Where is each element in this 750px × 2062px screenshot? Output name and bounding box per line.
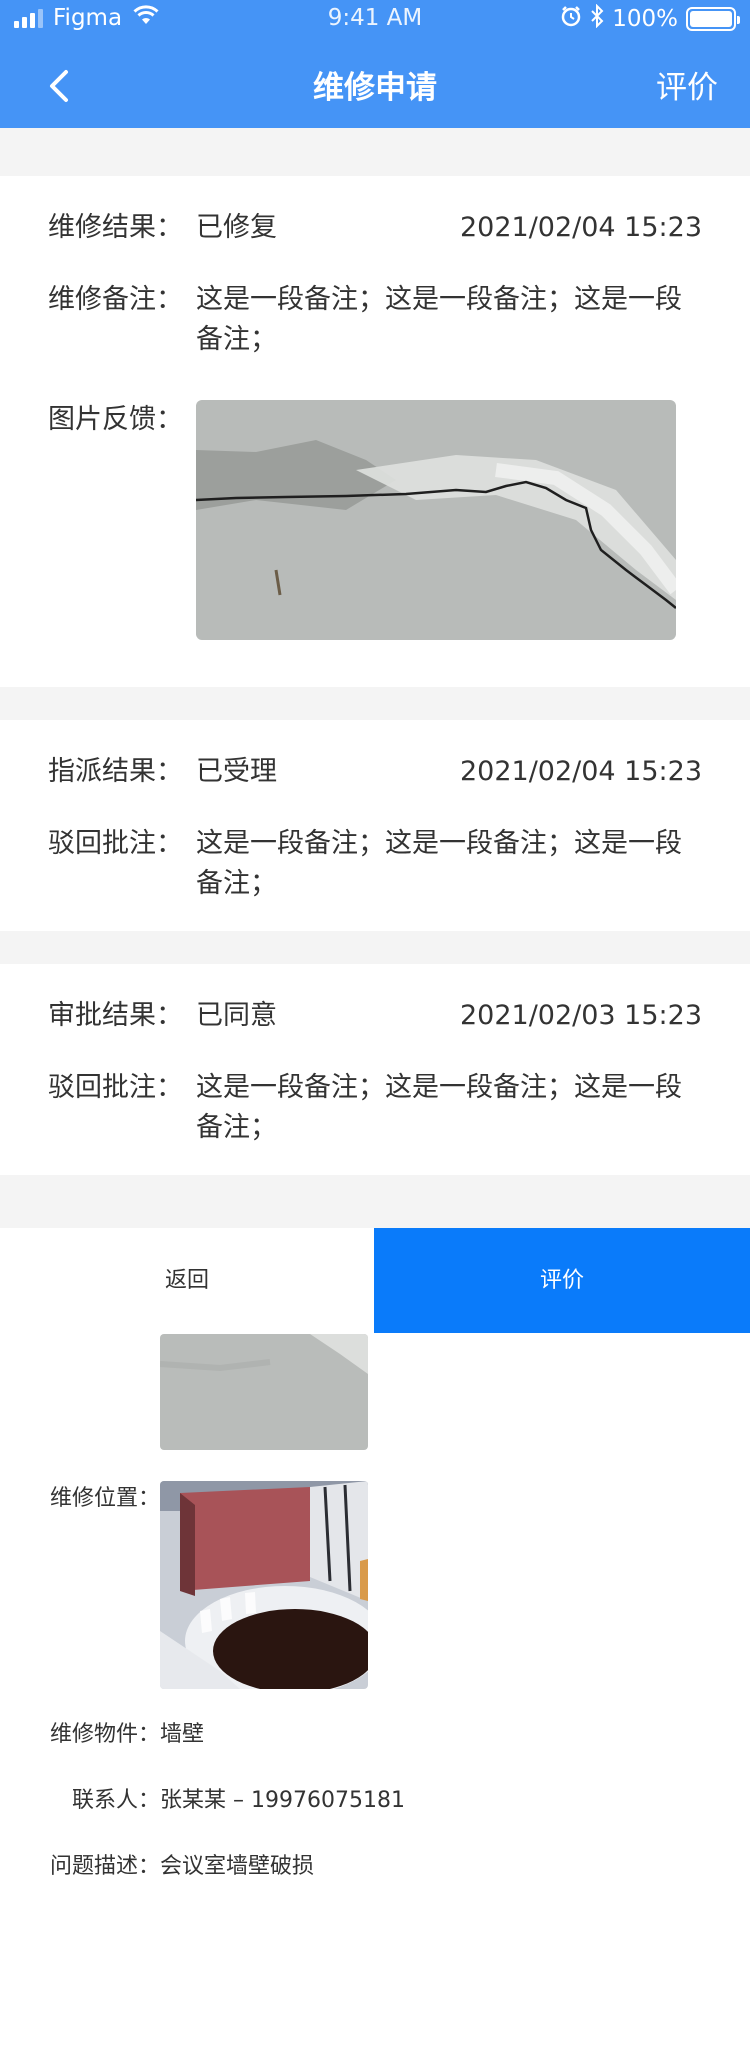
location-photo[interactable] bbox=[160, 1481, 368, 1689]
nav-bar: 维修申请 评价 bbox=[0, 44, 750, 128]
problem-label: 问题描述： bbox=[49, 1854, 160, 1879]
repair-note-row: 维修备注： 这是一段备注；这是一段备注；这是一段备注； bbox=[48, 280, 702, 360]
battery-icon bbox=[686, 7, 740, 31]
problem-photo-thumb[interactable] bbox=[160, 1334, 368, 1450]
feedback-photo[interactable] bbox=[196, 400, 676, 640]
assign-result-time: 2021/02/04 15:23 bbox=[459, 756, 702, 787]
repair-result-time: 2021/02/04 15:23 bbox=[459, 212, 702, 243]
assign-note-row: 驳回批注： 这是一段备注；这是一段备注；这是一段备注； bbox=[48, 824, 702, 904]
item-value: 墙壁 bbox=[160, 1722, 205, 1747]
contact-value: 张某某 – 19976075181 bbox=[160, 1788, 405, 1813]
location-row: 维修位置： bbox=[32, 1482, 160, 1516]
rate-button[interactable]: 评价 bbox=[374, 1228, 750, 1333]
assign-result-row: 指派结果： 已受理 2021/02/04 15:23 bbox=[48, 752, 702, 792]
assign-result-card: 指派结果： 已受理 2021/02/04 15:23 驳回批注： 这是一段备注；… bbox=[0, 720, 750, 931]
repair-note-label: 维修备注： bbox=[48, 284, 183, 315]
contact-row: 联系人： 张某某 – 19976075181 bbox=[32, 1784, 405, 1818]
contact-label: 联系人： bbox=[71, 1788, 160, 1813]
repair-note-value: 这是一段备注；这是一段备注；这是一段备注； bbox=[196, 284, 682, 355]
repair-result-label: 维修结果： bbox=[48, 212, 183, 243]
repair-result-row: 维修结果： 已修复 2021/02/04 15:23 bbox=[48, 208, 702, 248]
approve-result-row: 审批结果： 已同意 2021/02/03 15:23 bbox=[48, 996, 702, 1036]
approve-result-card: 审批结果： 已同意 2021/02/03 15:23 驳回批注： 这是一段备注；… bbox=[0, 964, 750, 1175]
photo-feedback-label: 图片反馈： bbox=[48, 404, 183, 435]
item-row: 维修物件： 墙壁 bbox=[32, 1718, 204, 1752]
assign-result-label: 指派结果： bbox=[48, 756, 183, 787]
page-title: 维修申请 bbox=[313, 70, 437, 106]
approve-result-time: 2021/02/03 15:23 bbox=[459, 1000, 702, 1031]
assign-note-label: 驳回批注： bbox=[48, 828, 183, 859]
approve-note-row: 驳回批注： 这是一段备注；这是一段备注；这是一段备注； bbox=[48, 1068, 702, 1148]
approve-note-label: 驳回批注： bbox=[48, 1072, 183, 1103]
status-bar: Figma 9:41 AM 100% bbox=[0, 0, 750, 40]
bluetooth-icon bbox=[590, 3, 604, 34]
bottom-panel: 返回 评价 维修位置： 维修物件： 墙壁 联系人： 张某某 – 19976075… bbox=[0, 1228, 750, 2062]
location-label: 维修位置： bbox=[49, 1486, 160, 1511]
approve-result-label: 审批结果： bbox=[48, 1000, 183, 1031]
assign-note-value: 这是一段备注；这是一段备注；这是一段备注； bbox=[196, 828, 682, 899]
back-button[interactable]: 返回 bbox=[0, 1228, 374, 1333]
problem-row: 问题描述： 会议室墙壁破损 bbox=[32, 1850, 314, 1884]
battery-percent: 100% bbox=[612, 6, 678, 32]
rate-nav-button[interactable]: 评价 bbox=[656, 62, 718, 107]
repair-result-card: 维修结果： 已修复 2021/02/04 15:23 维修备注： 这是一段备注；… bbox=[0, 176, 750, 687]
item-label: 维修物件： bbox=[49, 1722, 160, 1747]
approve-note-value: 这是一段备注；这是一段备注；这是一段备注； bbox=[196, 1072, 682, 1143]
header: Figma 9:41 AM 100% 维修申请 评价 bbox=[0, 0, 750, 128]
alarm-icon bbox=[560, 5, 582, 33]
status-right: 100% bbox=[560, 3, 740, 34]
problem-value: 会议室墙壁破损 bbox=[160, 1854, 315, 1879]
